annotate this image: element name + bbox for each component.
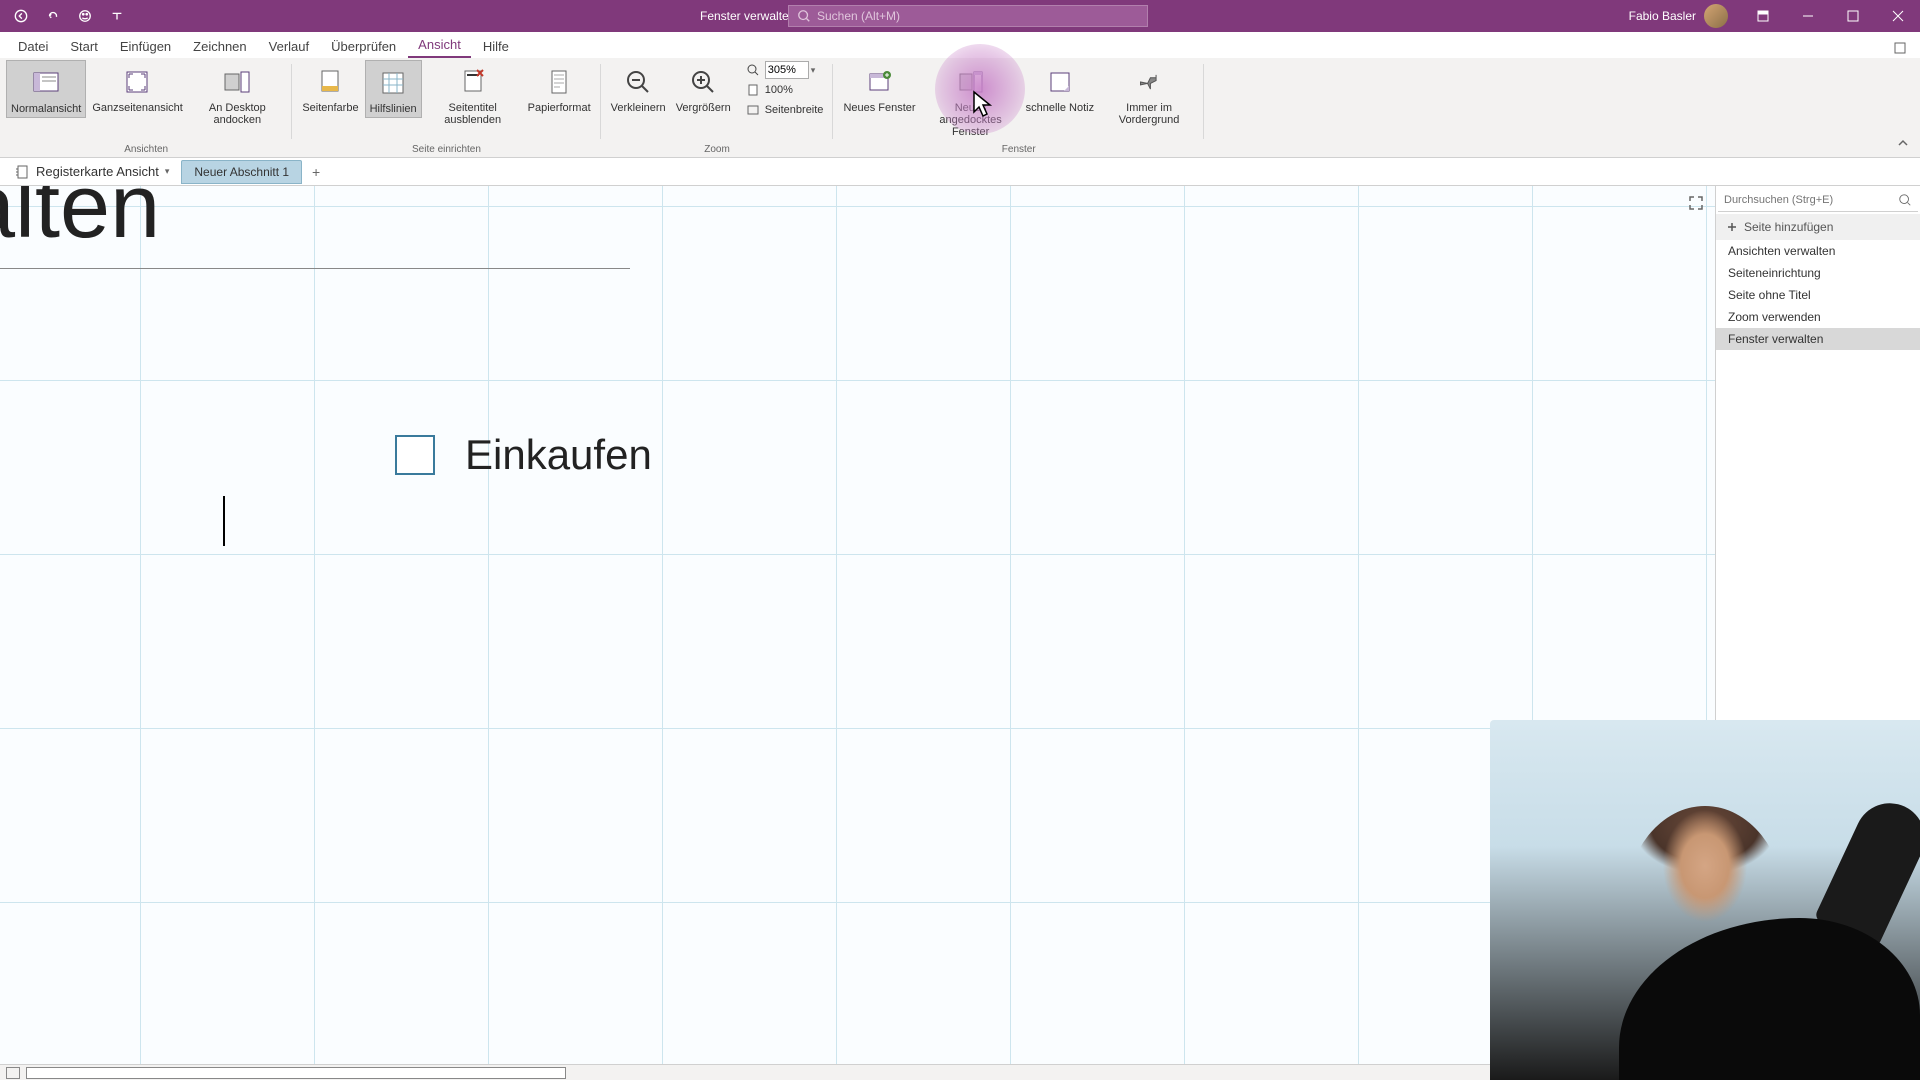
search-input[interactable]	[817, 9, 1139, 23]
canvas[interactable]: r verwalten Einkaufen	[0, 186, 1715, 1064]
expand-page-button[interactable]	[1687, 194, 1707, 214]
hide-title-icon	[457, 66, 489, 98]
todo-text[interactable]: Einkaufen	[465, 431, 652, 479]
add-page-button[interactable]: Seite hinzufügen	[1716, 214, 1920, 240]
page-color-icon	[314, 66, 346, 98]
todo-item[interactable]: Einkaufen	[395, 431, 652, 479]
zoom-percent-field[interactable]: ▾	[741, 60, 828, 80]
page-search[interactable]	[1718, 188, 1918, 212]
tab-start[interactable]: Start	[60, 35, 107, 58]
menu-tabs: Datei Start Einfügen Zeichnen Verlauf Üb…	[0, 32, 1920, 58]
page-width-icon	[745, 102, 761, 118]
text-cursor	[223, 496, 225, 546]
microphone	[1814, 792, 1920, 948]
user-name: Fabio Basler	[1629, 9, 1696, 23]
add-section-button[interactable]: +	[306, 162, 326, 182]
gridlines-icon	[377, 67, 409, 99]
status-indicator[interactable]	[6, 1067, 20, 1079]
tab-ueberpruefen[interactable]: Überprüfen	[321, 35, 406, 58]
tab-zeichnen[interactable]: Zeichnen	[183, 35, 256, 58]
notebook-nav: Registerkarte Ansicht ▾ Neuer Abschnitt …	[0, 158, 1920, 186]
touch-mode-button[interactable]	[74, 5, 96, 27]
hilfslinien-button[interactable]: Hilfslinien	[365, 60, 422, 118]
page-item[interactable]: Fenster verwalten	[1716, 328, 1920, 350]
tab-hilfe[interactable]: Hilfe	[473, 35, 519, 58]
ganzseitenansicht-button[interactable]: Ganzseitenansicht	[88, 60, 186, 116]
immer-im-vordergrund-button[interactable]: Immer im Vordergrund	[1100, 60, 1198, 128]
group-label-ansichten: Ansichten	[124, 144, 168, 157]
zoom-in-icon	[687, 66, 719, 98]
canvas-grid	[0, 186, 1715, 1064]
webcam-overlay	[1490, 720, 1920, 1080]
neues-angedocktes-fenster-button[interactable]: Neues angedocktes Fenster	[922, 60, 1020, 140]
group-label-fenster: Fenster	[1002, 144, 1036, 157]
nav-back-button[interactable]	[10, 5, 32, 27]
maximize-button[interactable]	[1830, 0, 1875, 32]
group-label-zoom: Zoom	[704, 144, 730, 157]
ribbon-group-fenster: Neues Fenster Neues angedocktes Fenster …	[833, 58, 1204, 157]
page-item[interactable]: Ansichten verwalten	[1716, 240, 1920, 262]
schnelle-notiz-button[interactable]: schnelle Notiz	[1022, 60, 1098, 116]
papierformat-button[interactable]: Papierformat	[524, 60, 595, 116]
notebook-icon	[16, 165, 30, 179]
seitenfarbe-button[interactable]: Seitenfarbe	[298, 60, 362, 116]
tab-ansicht[interactable]: Ansicht	[408, 33, 471, 58]
paper-size-icon	[543, 66, 575, 98]
avatar[interactable]	[1704, 4, 1728, 28]
verkleinern-button[interactable]: Verkleinern	[607, 60, 670, 116]
quick-note-icon	[1044, 66, 1076, 98]
seitentitel-ausblenden-button[interactable]: Seitentitel ausblenden	[424, 60, 522, 128]
page-title[interactable]: r verwalten	[0, 186, 160, 259]
page-item[interactable]: Seiteneinrichtung	[1716, 262, 1920, 284]
vergroessern-button[interactable]: Vergrößern	[672, 60, 735, 116]
dock-icon	[221, 66, 253, 98]
group-label-seite: Seite einrichten	[412, 144, 481, 157]
pin-icon	[1133, 66, 1165, 98]
collapse-ribbon-button[interactable]	[1896, 136, 1914, 154]
page-search-input[interactable]	[1724, 194, 1898, 206]
search-box[interactable]	[788, 5, 1148, 27]
section-tab[interactable]: Neuer Abschnitt 1	[181, 160, 302, 184]
plus-icon	[1726, 221, 1738, 233]
neues-fenster-button[interactable]: Neues Fenster	[839, 60, 919, 116]
ribbon-group-ansichten: Normalansicht Ganzseitenansicht An Deskt…	[0, 58, 292, 157]
ribbon-group-seite: Seitenfarbe Hilfslinien Seitentitel ausb…	[292, 58, 600, 157]
search-icon	[1898, 193, 1912, 207]
search-icon	[797, 9, 811, 23]
docked-window-icon	[955, 66, 987, 98]
checkbox-icon[interactable]	[395, 435, 435, 475]
status-field[interactable]	[26, 1067, 566, 1079]
normal-view-icon	[30, 67, 62, 99]
ribbon: Normalansicht Ganzseitenansicht An Deskt…	[0, 58, 1920, 158]
an-desktop-andocken-button[interactable]: An Desktop andocken	[188, 60, 286, 128]
full-page-icon	[121, 66, 153, 98]
magnifier-icon	[745, 62, 761, 78]
minimize-button[interactable]	[1785, 0, 1830, 32]
page-item[interactable]: Zoom verwenden	[1716, 306, 1920, 328]
zoom-100-button[interactable]: 100%	[741, 80, 828, 100]
ribbon-options-button[interactable]	[1890, 38, 1910, 58]
titlebar: Fenster verwalten - OneNote Fabio Basler	[0, 0, 1920, 32]
page-icon	[745, 82, 761, 98]
zoom-out-icon	[622, 66, 654, 98]
undo-button[interactable]	[42, 5, 64, 27]
ribbon-display-button[interactable]	[1740, 0, 1785, 32]
normalansicht-button[interactable]: Normalansicht	[6, 60, 86, 118]
seitenbreite-button[interactable]: Seitenbreite	[741, 100, 828, 120]
ribbon-group-zoom: Verkleinern Vergrößern ▾ 100% Seiten	[601, 58, 834, 157]
chevron-down-icon: ▾	[165, 166, 170, 177]
page-item[interactable]: Seite ohne Titel	[1716, 284, 1920, 306]
tab-verlauf[interactable]: Verlauf	[259, 35, 319, 58]
page-title-underline	[0, 268, 630, 269]
new-window-icon	[864, 66, 896, 98]
qat-customize-button[interactable]	[106, 5, 128, 27]
tab-datei[interactable]: Datei	[8, 35, 58, 58]
close-button[interactable]	[1875, 0, 1920, 32]
notebook-dropdown[interactable]: Registerkarte Ansicht ▾	[8, 161, 177, 182]
tab-einfuegen[interactable]: Einfügen	[110, 35, 181, 58]
